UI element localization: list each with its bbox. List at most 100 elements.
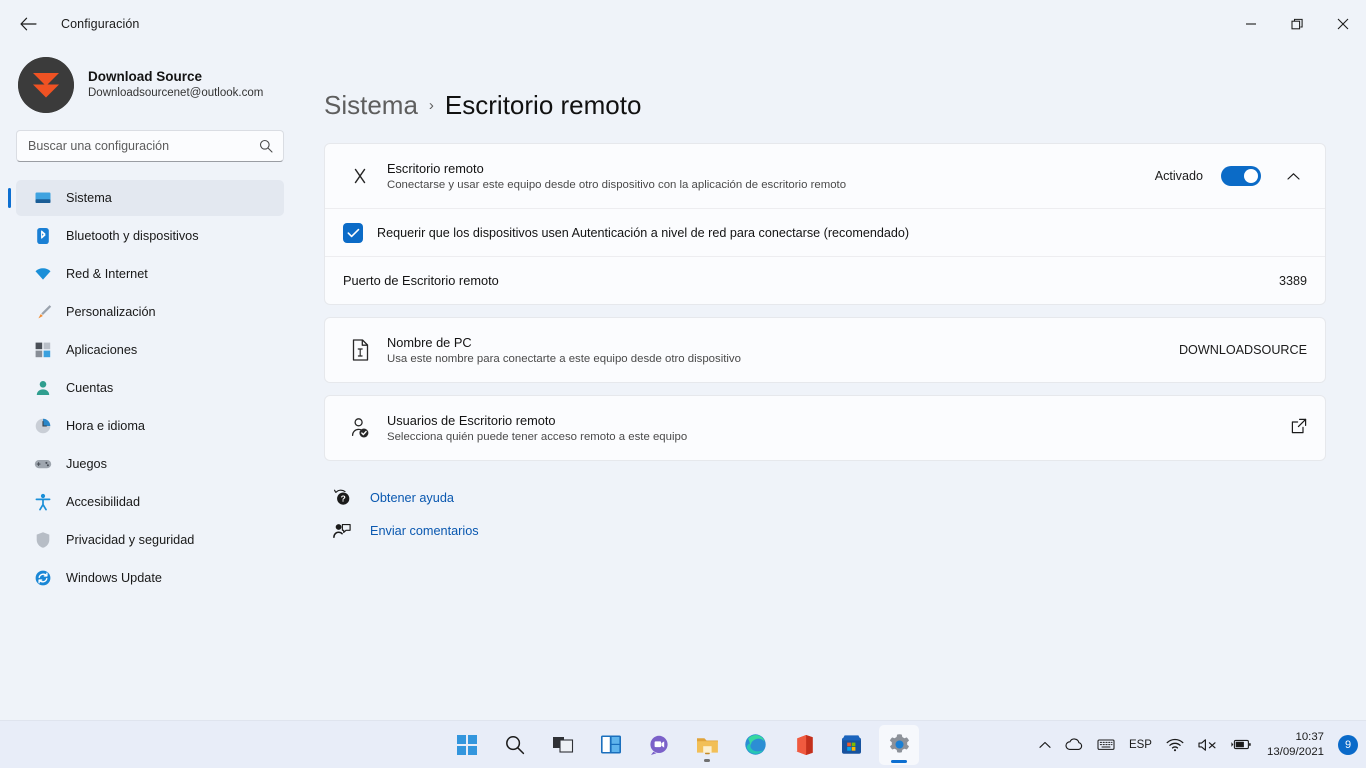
help-links: ? Obtener ayuda Enviar comentarios (324, 481, 1326, 547)
tray-wifi-button[interactable] (1159, 727, 1191, 763)
taskbar-office-button[interactable] (783, 725, 823, 765)
tray-time: 10:37 (1295, 731, 1324, 744)
taskbar-edge-button[interactable] (735, 725, 775, 765)
account-email: Downloadsourcenet@outlook.com (88, 87, 264, 100)
sidebar-item-red-internet[interactable]: Red & Internet (16, 256, 284, 292)
rd-users-card: Usuarios de Escritorio remoto Selecciona… (324, 395, 1326, 461)
nla-checkbox[interactable] (343, 222, 363, 243)
apps-grid-icon (34, 341, 52, 359)
close-icon (1337, 18, 1349, 30)
send-feedback-link[interactable]: Enviar comentarios (332, 514, 479, 547)
sidebar-item-sistema[interactable]: Sistema (8, 180, 284, 216)
avatar (18, 57, 74, 113)
tray-ime-button[interactable] (1090, 727, 1122, 763)
remote-desktop-text: Escritorio remoto Conectarse y usar este… (387, 161, 846, 191)
remote-desktop-controls: Activado (1155, 162, 1307, 190)
minimize-icon (1246, 23, 1256, 25)
pc-name-value: DOWNLOADSOURCE (1178, 343, 1307, 357)
rd-port-row: Puerto de Escritorio remoto 3389 (325, 256, 1325, 304)
search-input[interactable] (17, 139, 283, 153)
sidebar-item-label: Accesibilidad (66, 495, 141, 509)
sidebar-item-aplicaciones[interactable]: Aplicaciones (16, 332, 284, 368)
close-button[interactable] (1320, 0, 1366, 48)
accessibility-person-icon (34, 493, 52, 511)
tray-clock[interactable]: 10:37 13/09/2021 (1259, 727, 1332, 763)
search-container (0, 124, 288, 172)
open-external-button[interactable] (1291, 418, 1307, 439)
pc-name-row: Nombre de PC Usa este nombre para conect… (325, 318, 1325, 382)
rd-port-value-group: 3389 (1279, 274, 1307, 288)
window-title: Configuración (61, 17, 140, 31)
sidebar-item-bluetooth[interactable]: Bluetooth y dispositivos (16, 218, 284, 254)
sidebar-item-privacidad-seguridad[interactable]: Privacidad y seguridad (16, 522, 284, 558)
taskbar-file-explorer-button[interactable] (687, 725, 727, 765)
toggle-knob (1244, 169, 1258, 183)
pc-name-value-group: DOWNLOADSOURCE (1179, 343, 1307, 357)
sidebar-item-juegos[interactable]: Juegos (16, 446, 284, 482)
tray-language-button[interactable]: ESP (1122, 727, 1159, 763)
user-check-icon (343, 416, 377, 440)
taskbar-settings-button[interactable] (879, 724, 919, 765)
rd-users-row[interactable]: Usuarios de Escritorio remoto Selecciona… (325, 396, 1325, 460)
sidebar-item-label: Personalización (66, 305, 156, 319)
breadcrumb-parent[interactable]: Sistema (324, 90, 418, 121)
title-bar: Configuración (0, 0, 1366, 48)
nla-checkbox-group[interactable]: Requerir que los dispositivos usen Auten… (343, 222, 909, 243)
back-arrow-icon (19, 17, 37, 31)
tray-overflow-button[interactable] (1032, 727, 1058, 763)
tray-battery-button[interactable] (1224, 727, 1259, 763)
taskbar-chat-button[interactable] (639, 725, 679, 765)
notification-badge[interactable]: 9 (1338, 734, 1358, 755)
tray-onedrive-button[interactable] (1058, 727, 1090, 763)
teams-chat-icon (650, 735, 668, 755)
restore-icon (1290, 18, 1303, 29)
help-question-icon: ? (332, 489, 352, 506)
office-icon (793, 734, 813, 755)
taskbar: ESP 10:37 13/09/2021 9 (0, 720, 1366, 768)
get-help-link[interactable]: ? Obtener ayuda (332, 481, 454, 514)
sidebar-item-personalizacion[interactable]: Personalización (16, 294, 284, 330)
keyboard-icon (1097, 739, 1115, 750)
account-name: Download Source (88, 69, 203, 85)
sidebar-item-cuentas[interactable]: Cuentas (16, 370, 284, 406)
rd-users-subtitle: Selecciona quién puede tener acceso remo… (387, 431, 688, 443)
sidebar-item-label: Juegos (66, 457, 107, 471)
main-content: Sistema › Escritorio remoto Escritorio r… (300, 48, 1366, 768)
remote-desktop-toggle[interactable] (1221, 166, 1261, 186)
sidebar-nav: Sistema Bluetooth y dispositivos Red & I… (0, 178, 288, 598)
chevron-up-icon (1039, 741, 1051, 748)
breadcrumb: Sistema › Escritorio remoto (324, 48, 1326, 143)
widgets-icon (601, 735, 621, 754)
search-box[interactable] (16, 130, 284, 162)
maximize-button[interactable] (1274, 0, 1320, 48)
edge-icon (744, 734, 766, 755)
battery-charging-icon (1231, 739, 1251, 750)
expand-collapse-button[interactable] (1279, 162, 1307, 190)
sidebar: Download Source Downloadsourcenet@outloo… (0, 48, 300, 768)
sidebar-item-accesibilidad[interactable]: Accesibilidad (16, 484, 284, 520)
taskbar-store-button[interactable] (831, 725, 871, 765)
sidebar-item-hora-idioma[interactable]: Hora e idioma (16, 408, 284, 444)
breadcrumb-separator: › (428, 97, 434, 114)
pc-name-text: Nombre de PC Usa este nombre para conect… (387, 335, 741, 365)
taskbar-start-button[interactable] (447, 725, 487, 765)
pc-name-title: Nombre de PC (387, 335, 472, 350)
sidebar-item-label: Cuentas (66, 381, 114, 395)
feedback-icon (332, 522, 352, 539)
taskbar-search-button[interactable] (495, 725, 535, 765)
pc-name-card: Nombre de PC Usa este nombre para conect… (324, 317, 1326, 383)
account-card[interactable]: Download Source Downloadsourcenet@outloo… (0, 48, 288, 124)
taskbar-task-view-button[interactable] (543, 725, 583, 765)
taskbar-widgets-button[interactable] (591, 725, 631, 765)
sidebar-item-label: Red & Internet (66, 267, 148, 281)
back-button[interactable] (11, 9, 45, 39)
sidebar-item-windows-update[interactable]: Windows Update (16, 560, 284, 596)
file-explorer-icon (696, 737, 718, 754)
minimize-button[interactable] (1228, 0, 1274, 48)
sidebar-item-label: Bluetooth y dispositivos (66, 229, 199, 243)
window-body: Download Source Downloadsourcenet@outloo… (0, 48, 1366, 768)
tray-volume-button[interactable] (1191, 727, 1224, 763)
page-title: Escritorio remoto (444, 90, 642, 120)
rd-users-text: Usuarios de Escritorio remoto Selecciona… (387, 413, 687, 443)
onedrive-cloud-icon (1065, 738, 1083, 750)
